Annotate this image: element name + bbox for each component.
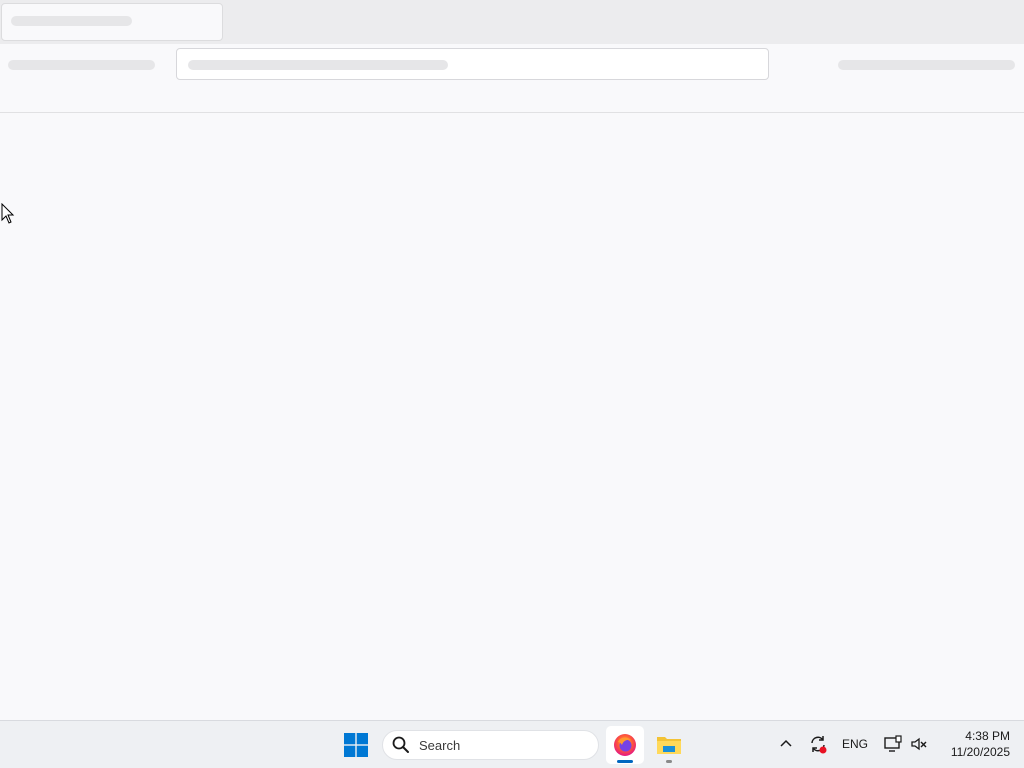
- search-icon: [392, 736, 409, 753]
- browser-tab[interactable]: [1, 3, 223, 41]
- browser-window: [0, 0, 1024, 720]
- speaker-muted-icon[interactable]: [908, 733, 930, 755]
- taskbar-file-explorer-button[interactable]: [650, 726, 688, 764]
- chevron-up-icon[interactable]: [775, 733, 797, 755]
- open-app-indicator: [666, 760, 672, 763]
- address-bar-placeholder: [188, 60, 448, 70]
- folder-icon: [657, 737, 681, 754]
- taskbar: Search ENG 4:38 PM 11/20/2025: [0, 720, 1024, 768]
- active-app-indicator: [617, 760, 633, 763]
- clock-date: 11/20/2025: [950, 745, 1010, 759]
- mouse-cursor-icon: [1, 203, 15, 224]
- address-bar[interactable]: [176, 48, 769, 80]
- toolbar-right-placeholder: [838, 60, 1015, 70]
- browser-toolbar: [0, 44, 1024, 113]
- firefox-icon: [614, 734, 636, 756]
- toolbar-left-placeholder: [8, 60, 155, 70]
- start-button[interactable]: [340, 729, 372, 761]
- windows-logo-icon: [344, 733, 368, 757]
- tab-strip: [0, 0, 1024, 44]
- clock-time: 4:38 PM: [965, 729, 1010, 743]
- taskbar-firefox-button[interactable]: [606, 726, 644, 764]
- system-clock[interactable]: 4:38 PM 11/20/2025: [930, 728, 1010, 760]
- search-label: Search: [419, 737, 461, 753]
- tab-title-placeholder: [11, 16, 132, 26]
- language-indicator[interactable]: ENG: [842, 737, 868, 751]
- page-content[interactable]: [0, 113, 1024, 720]
- taskbar-search-box[interactable]: Search: [382, 730, 599, 760]
- monitor-icon[interactable]: [882, 733, 904, 755]
- sync-icon[interactable]: [807, 733, 829, 755]
